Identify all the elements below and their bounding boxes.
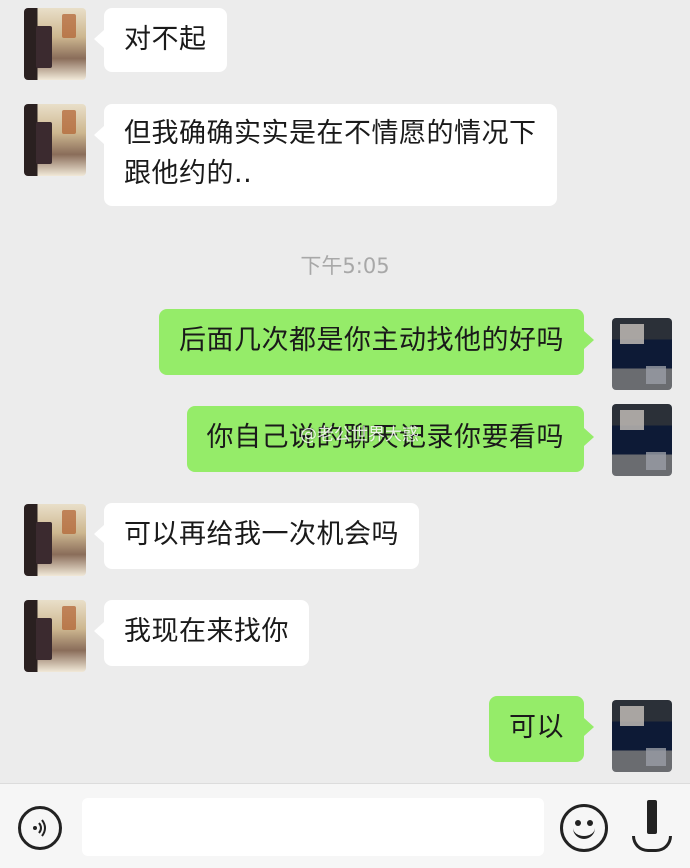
- voice-wave-icon: [33, 819, 46, 837]
- user-avatar[interactable]: [612, 404, 672, 476]
- chat-area[interactable]: 对不起 但我确确实实是在不情愿的情况下 跟他约的.. 下午5:05 后面几次都是…: [0, 0, 690, 783]
- message-text: 我现在来找你: [124, 616, 289, 647]
- message-text: 后面几次都是你主动找他的好吗: [179, 325, 564, 356]
- emoji-mouth-icon: [573, 827, 595, 839]
- message-text: 可以: [509, 712, 564, 743]
- contact-avatar[interactable]: [24, 504, 86, 576]
- contact-avatar[interactable]: [24, 104, 86, 176]
- contact-avatar[interactable]: [24, 600, 86, 672]
- user-avatar[interactable]: [612, 318, 672, 390]
- input-bar: [0, 783, 690, 868]
- voice-icon[interactable]: [18, 806, 62, 850]
- incoming-message-bubble[interactable]: 我现在来找你: [94, 600, 309, 666]
- user-avatar[interactable]: [612, 700, 672, 772]
- message-text: 跟他约的..: [124, 158, 253, 189]
- outgoing-message-bubble[interactable]: 你自己说的聊天记录你要看吗: [186, 406, 594, 472]
- message-text: 但我确确实实是在不情愿的情况下: [124, 118, 537, 149]
- incoming-message-bubble[interactable]: 对不起: [94, 8, 227, 72]
- outgoing-message-bubble[interactable]: 可以: [489, 696, 594, 762]
- emoji-eye-icon: [575, 820, 581, 826]
- more-icon-bar: [647, 800, 657, 834]
- message-text: 对不起: [124, 24, 207, 55]
- more-icon[interactable]: [632, 800, 672, 856]
- message-text: 你自己说的聊天记录你要看吗: [206, 422, 564, 453]
- emoji-icon[interactable]: [560, 804, 608, 852]
- incoming-message-bubble[interactable]: 可以再给我一次机会吗: [94, 503, 419, 569]
- outgoing-message-bubble[interactable]: 后面几次都是你主动找他的好吗: [159, 309, 594, 375]
- incoming-message-bubble[interactable]: 但我确确实实是在不情愿的情况下 跟他约的..: [94, 104, 557, 206]
- message-input[interactable]: [82, 798, 544, 856]
- message-text: 可以再给我一次机会吗: [124, 519, 399, 550]
- emoji-eye-icon: [587, 820, 593, 826]
- more-icon-base: [632, 836, 672, 852]
- timestamp: 下午5:05: [300, 254, 390, 278]
- contact-avatar[interactable]: [24, 8, 86, 80]
